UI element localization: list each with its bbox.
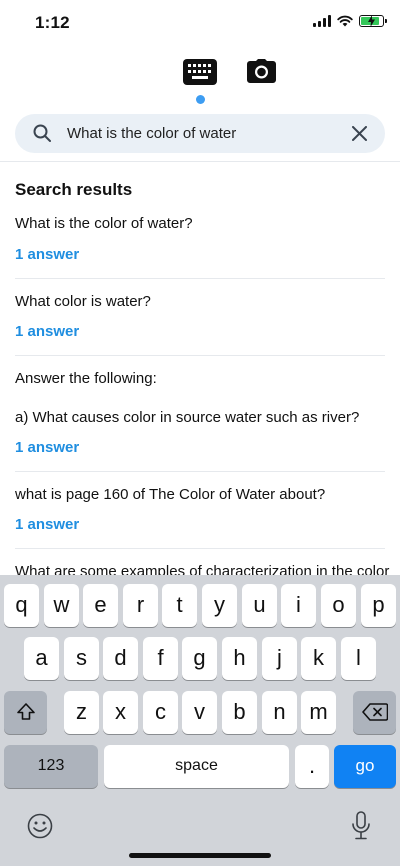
key-y[interactable]: y — [202, 584, 237, 627]
clear-search-icon[interactable] — [352, 126, 367, 141]
search-icon — [33, 124, 51, 142]
period-key[interactable]: . — [295, 745, 329, 788]
header-divider — [0, 161, 400, 162]
wifi-icon — [337, 15, 353, 27]
result-divider — [15, 278, 385, 279]
search-bar: What is the color of water — [15, 114, 385, 153]
result-question[interactable]: What color is water? — [15, 292, 385, 312]
camera-icon[interactable] — [247, 59, 276, 83]
key-a[interactable]: a — [24, 637, 59, 680]
key-q[interactable]: q — [4, 584, 39, 627]
result-answer-count[interactable]: 1 answer — [15, 322, 79, 342]
key-i[interactable]: i — [281, 584, 316, 627]
shift-icon — [16, 703, 35, 720]
key-v[interactable]: v — [182, 691, 217, 734]
result-question[interactable]: what is page 160 of The Color of Water a… — [15, 485, 385, 505]
key-l[interactable]: l — [341, 637, 376, 680]
search-input[interactable]: What is the color of water — [67, 114, 337, 153]
shift-key[interactable] — [4, 691, 47, 734]
key-t[interactable]: t — [162, 584, 197, 627]
status-icons — [313, 15, 387, 27]
microphone-icon[interactable] — [351, 811, 371, 841]
result-divider — [15, 355, 385, 356]
status-bar: 1:12 — [0, 0, 400, 46]
key-z[interactable]: z — [64, 691, 99, 734]
results-title: Search results — [15, 180, 133, 199]
key-d[interactable]: d — [103, 637, 138, 680]
input-mode-switcher — [0, 56, 400, 106]
go-key[interactable]: go — [334, 745, 396, 788]
result-item[interactable]: What is the color of water? 1 answer — [15, 214, 385, 263]
key-p[interactable]: p — [361, 584, 396, 627]
result-question[interactable]: Answer the following: — [15, 369, 385, 389]
key-g[interactable]: g — [182, 637, 217, 680]
result-item[interactable]: Answer the following: a) What causes col… — [15, 369, 385, 456]
backspace-icon — [361, 703, 388, 721]
key-u[interactable]: u — [242, 584, 277, 627]
key-x[interactable]: x — [103, 691, 138, 734]
key-r[interactable]: r — [123, 584, 158, 627]
key-h[interactable]: h — [222, 637, 257, 680]
active-mode-indicator — [196, 95, 205, 104]
key-k[interactable]: k — [301, 637, 336, 680]
result-question-part[interactable]: a) What causes color in source water suc… — [15, 408, 359, 428]
cellular-signal-icon — [313, 15, 331, 27]
result-answer-count[interactable]: 1 answer — [15, 438, 79, 458]
result-divider — [15, 548, 385, 549]
key-w[interactable]: w — [44, 584, 79, 627]
result-question[interactable]: What is the color of water? — [15, 214, 385, 234]
key-j[interactable]: j — [262, 637, 297, 680]
result-divider — [15, 471, 385, 472]
status-time: 1:12 — [35, 13, 70, 32]
result-item[interactable]: What color is water? 1 answer — [15, 292, 385, 340]
battery-icon — [359, 15, 387, 27]
space-key[interactable]: space — [104, 745, 289, 788]
numbers-key[interactable]: 123 — [4, 745, 98, 788]
home-indicator[interactable] — [129, 853, 271, 858]
key-f[interactable]: f — [143, 637, 178, 680]
key-b[interactable]: b — [222, 691, 257, 734]
key-o[interactable]: o — [321, 584, 356, 627]
result-answer-count[interactable]: 1 answer — [15, 245, 79, 265]
emoji-icon[interactable] — [27, 813, 53, 839]
result-item[interactable]: what is page 160 of The Color of Water a… — [15, 485, 385, 533]
key-m[interactable]: m — [301, 691, 336, 734]
on-screen-keyboard: q w e r t y u i o p a s d f g h j k l z … — [0, 575, 400, 866]
key-n[interactable]: n — [262, 691, 297, 734]
keyboard-icon[interactable] — [183, 59, 217, 85]
key-s[interactable]: s — [64, 637, 99, 680]
key-c[interactable]: c — [143, 691, 178, 734]
key-e[interactable]: e — [83, 584, 118, 627]
result-answer-count[interactable]: 1 answer — [15, 515, 79, 535]
delete-key[interactable] — [353, 691, 396, 734]
